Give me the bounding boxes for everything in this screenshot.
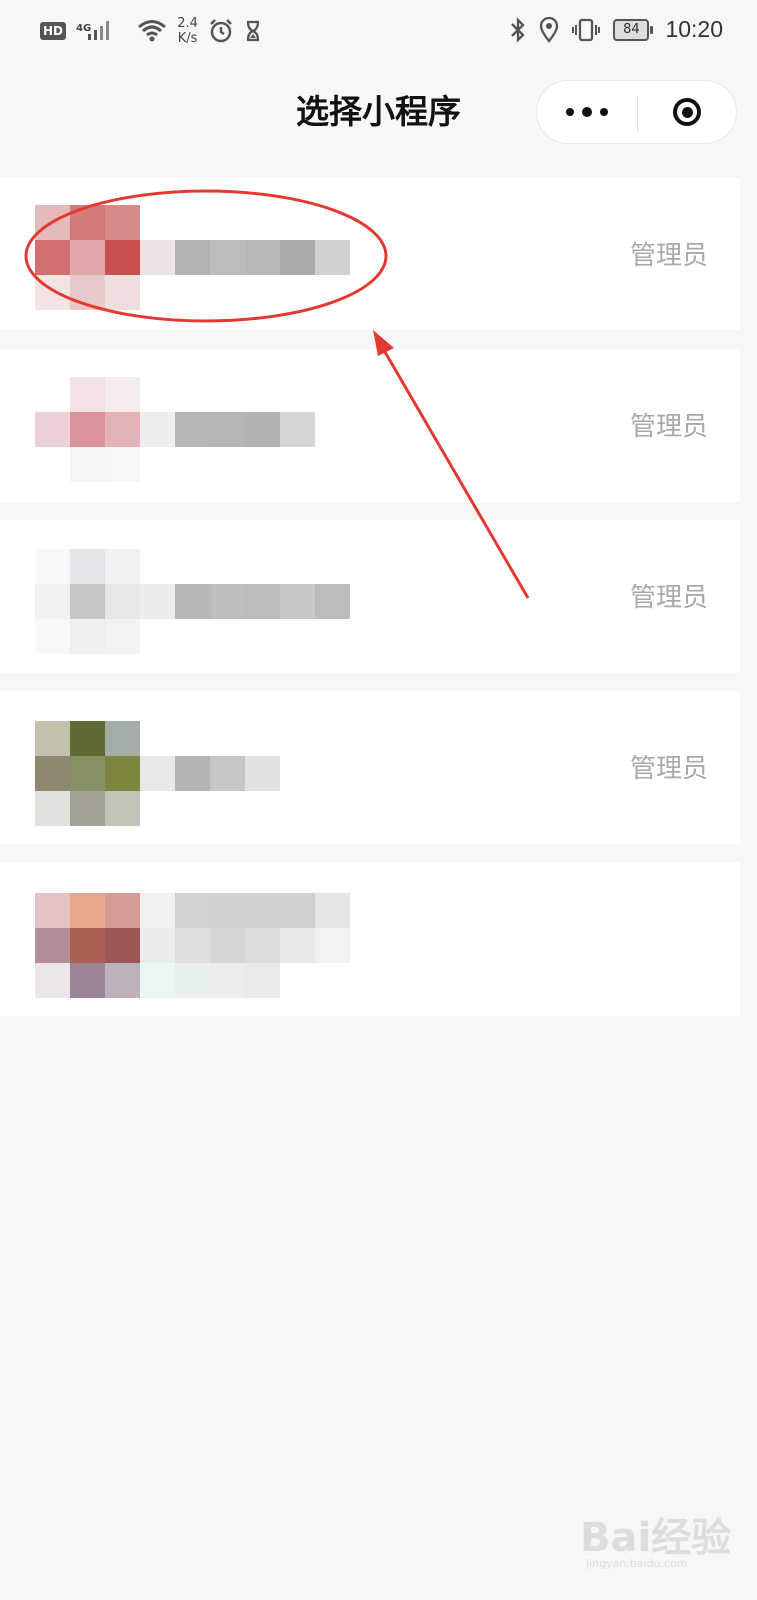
- battery-icon: 84: [613, 18, 654, 41]
- list-item[interactable]: [0, 862, 740, 1016]
- redacted-app-info: [35, 893, 350, 998]
- watermark-url: jingyan.baidu.com: [586, 1557, 688, 1570]
- list-item[interactable]: 管理员: [0, 691, 740, 844]
- clock: 10:20: [665, 16, 723, 42]
- redacted-app-info: [35, 377, 350, 482]
- list-item[interactable]: 管理员: [0, 520, 740, 673]
- hourglass-icon: [244, 19, 262, 43]
- watermark-brand: Bai经验: [580, 1515, 732, 1561]
- location-icon: [539, 16, 559, 43]
- redacted-app-info: [35, 721, 350, 826]
- vibrate-icon: [571, 17, 601, 43]
- hd-badge: HD: [40, 22, 67, 40]
- status-right: 84 10:20: [509, 16, 723, 43]
- more-button[interactable]: [537, 81, 637, 143]
- wifi-icon: [137, 19, 167, 43]
- role-label: 管理员: [629, 754, 708, 784]
- role-label: 管理员: [629, 412, 708, 442]
- list-item[interactable]: 管理员: [0, 178, 740, 330]
- close-button[interactable]: [638, 81, 736, 143]
- network-speed: 2.4 K/s: [177, 16, 198, 46]
- alarm-icon: [208, 18, 234, 44]
- bluetooth-icon: [509, 16, 527, 43]
- more-dots-icon: [566, 108, 574, 116]
- role-label: 管理员: [629, 241, 708, 271]
- status-left: HD 4G 2.4 K/s: [40, 16, 262, 46]
- miniprogram-capsule: [536, 80, 737, 144]
- redacted-app-info: [35, 205, 350, 310]
- redacted-app-info: [35, 549, 350, 654]
- speed-value: 2.4: [177, 16, 198, 31]
- baidu-watermark: Bai经验 jingyan.baidu.com: [580, 1505, 732, 1570]
- status-bar: HD 4G 2.4 K/s 84 10:20: [0, 0, 757, 64]
- role-label: 管理员: [629, 583, 708, 613]
- signal-icon: 4G: [76, 20, 110, 41]
- battery-level: 84: [613, 18, 650, 41]
- list-item[interactable]: 管理员: [0, 349, 740, 502]
- speed-unit: K/s: [177, 31, 198, 46]
- close-target-icon: [673, 98, 701, 126]
